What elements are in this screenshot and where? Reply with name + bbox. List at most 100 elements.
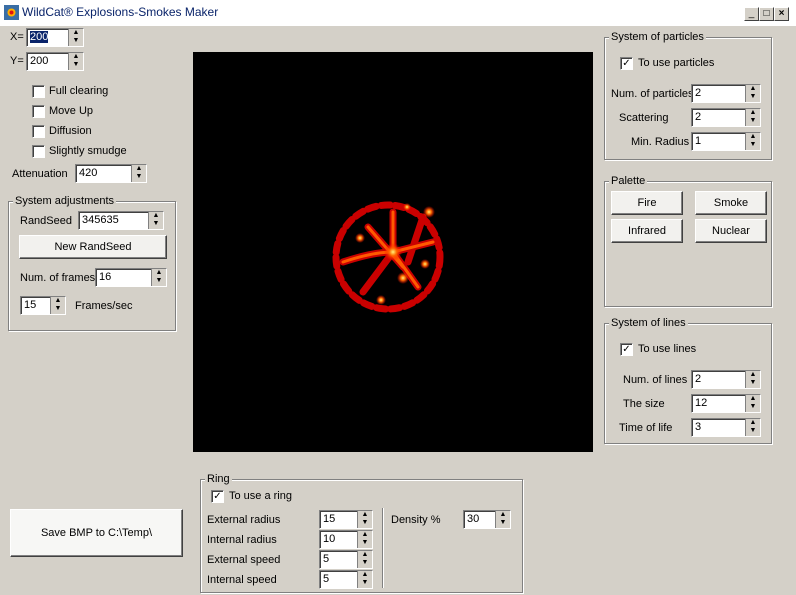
internal-speed-value[interactable]: 5 (323, 573, 329, 585)
num-frames-label: Num. of frames (20, 272, 96, 284)
density-label: Density % (391, 514, 441, 526)
diffusion-checkbox[interactable] (32, 125, 45, 138)
time-of-life-spinbox[interactable]: 3 ▲ ▼ (691, 418, 761, 437)
system-adjustments-title: System adjustments (13, 195, 117, 207)
randseed-value[interactable]: 345635 (82, 214, 119, 226)
spin-up-icon[interactable]: ▲ (746, 85, 760, 93)
external-speed-value[interactable]: 5 (323, 553, 329, 565)
palette-fire-button[interactable]: Fire (611, 191, 683, 215)
slightly-smudge-label: Slightly smudge (49, 145, 127, 157)
spin-up-icon[interactable]: ▲ (496, 511, 510, 519)
spin-down-icon[interactable]: ▼ (358, 579, 372, 587)
randseed-spinbox[interactable]: 345635 ▲ ▼ (78, 211, 164, 230)
fps-label: Frames/sec (75, 300, 133, 312)
use-ring-label: To use a ring (229, 490, 292, 502)
internal-speed-spinbox[interactable]: 5 ▲ ▼ (319, 570, 373, 589)
spin-up-icon[interactable]: ▲ (358, 531, 372, 539)
x-spinbox[interactable]: 200 ▲ ▼ (26, 28, 84, 47)
spin-down-icon[interactable]: ▼ (149, 220, 163, 228)
external-speed-label: External speed (207, 554, 281, 566)
maximize-button[interactable]: □ (759, 7, 774, 21)
full-clearing-label: Full clearing (49, 85, 109, 97)
save-bmp-button[interactable]: Save BMP to C:\Temp\ (10, 509, 183, 557)
scattering-spinbox[interactable]: 2 ▲ ▼ (691, 108, 761, 127)
fps-value[interactable]: 15 (24, 299, 36, 311)
use-ring-checkbox[interactable]: ✓ (211, 490, 224, 503)
slightly-smudge-checkbox[interactable] (32, 145, 45, 158)
num-frames-spinbox[interactable]: 16 ▲ ▼ (95, 268, 167, 287)
spin-down-icon[interactable]: ▼ (746, 427, 760, 435)
spin-up-icon[interactable]: ▲ (149, 212, 163, 220)
spin-up-icon[interactable]: ▲ (746, 109, 760, 117)
move-up-checkbox[interactable] (32, 105, 45, 118)
internal-radius-value[interactable]: 10 (323, 533, 335, 545)
spin-up-icon[interactable]: ▲ (746, 371, 760, 379)
spin-up-icon[interactable]: ▲ (132, 165, 146, 173)
explosion-preview-canvas (193, 52, 593, 452)
spin-down-icon[interactable]: ▼ (358, 519, 372, 527)
use-particles-checkbox[interactable]: ✓ (620, 57, 633, 70)
spin-down-icon[interactable]: ▼ (358, 559, 372, 567)
num-lines-value[interactable]: 2 (695, 373, 701, 385)
density-value[interactable]: 30 (467, 513, 479, 525)
palette-smoke-button[interactable]: Smoke (695, 191, 767, 215)
line-size-spinbox[interactable]: 12 ▲ ▼ (691, 394, 761, 413)
spin-up-icon[interactable]: ▲ (746, 419, 760, 427)
num-particles-value[interactable]: 2 (695, 87, 701, 99)
spin-up-icon[interactable]: ▲ (51, 297, 65, 305)
density-spinbox[interactable]: 30 ▲ ▼ (463, 510, 511, 529)
min-radius-label: Min. Radius (631, 136, 690, 148)
spin-down-icon[interactable]: ▼ (496, 519, 510, 527)
scattering-value[interactable]: 2 (695, 111, 701, 123)
attenuation-label: Attenuation (12, 168, 68, 180)
external-radius-spinbox[interactable]: 15 ▲ ▼ (319, 510, 373, 529)
spin-up-icon[interactable]: ▲ (358, 571, 372, 579)
external-radius-value[interactable]: 15 (323, 513, 335, 525)
spin-down-icon[interactable]: ▼ (746, 93, 760, 101)
spin-up-icon[interactable]: ▲ (746, 395, 760, 403)
num-frames-value[interactable]: 16 (99, 271, 111, 283)
spin-up-icon[interactable]: ▲ (358, 551, 372, 559)
spin-down-icon[interactable]: ▼ (746, 403, 760, 411)
minimize-button[interactable]: _ (744, 7, 759, 21)
attenuation-spinbox[interactable]: 420 ▲ ▼ (75, 164, 147, 183)
new-randseed-button[interactable]: New RandSeed (19, 235, 167, 259)
spin-up-icon[interactable]: ▲ (69, 29, 83, 37)
spin-down-icon[interactable]: ▼ (51, 305, 65, 313)
spin-down-icon[interactable]: ▼ (746, 379, 760, 387)
fps-spinbox[interactable]: 15 ▲ ▼ (20, 296, 66, 315)
spin-down-icon[interactable]: ▼ (69, 61, 83, 69)
time-of-life-value[interactable]: 3 (695, 421, 701, 433)
palette-infrared-button[interactable]: Infrared (611, 219, 683, 243)
spin-down-icon[interactable]: ▼ (152, 277, 166, 285)
num-particles-spinbox[interactable]: 2 ▲ ▼ (691, 84, 761, 103)
spin-down-icon[interactable]: ▼ (132, 173, 146, 181)
ring-title: Ring (205, 473, 232, 485)
spin-up-icon[interactable]: ▲ (746, 133, 760, 141)
explosion-image (332, 201, 444, 313)
palette-nuclear-button[interactable]: Nuclear (695, 219, 767, 243)
window-title: WildCat® Explosions-Smokes Maker (22, 5, 219, 19)
min-radius-value[interactable]: 1 (695, 135, 701, 147)
line-size-value[interactable]: 12 (695, 397, 707, 409)
spin-down-icon[interactable]: ▼ (358, 539, 372, 547)
min-radius-spinbox[interactable]: 1 ▲ ▼ (691, 132, 761, 151)
spin-up-icon[interactable]: ▲ (152, 269, 166, 277)
attenuation-value[interactable]: 420 (79, 167, 97, 179)
x-value[interactable]: 200 (30, 31, 49, 43)
external-speed-spinbox[interactable]: 5 ▲ ▼ (319, 550, 373, 569)
y-spinbox[interactable]: 200 ▲ ▼ (26, 52, 84, 71)
spin-down-icon[interactable]: ▼ (746, 141, 760, 149)
internal-radius-spinbox[interactable]: 10 ▲ ▼ (319, 530, 373, 549)
num-lines-spinbox[interactable]: 2 ▲ ▼ (691, 370, 761, 389)
spin-down-icon[interactable]: ▼ (69, 37, 83, 45)
ring-divider (382, 508, 383, 588)
close-button[interactable]: × (774, 7, 789, 21)
spin-up-icon[interactable]: ▲ (358, 511, 372, 519)
y-value[interactable]: 200 (30, 55, 48, 67)
use-lines-checkbox[interactable]: ✓ (620, 343, 633, 356)
num-particles-label: Num. of particles (611, 88, 694, 100)
full-clearing-checkbox[interactable] (32, 85, 45, 98)
spin-down-icon[interactable]: ▼ (746, 117, 760, 125)
spin-up-icon[interactable]: ▲ (69, 53, 83, 61)
